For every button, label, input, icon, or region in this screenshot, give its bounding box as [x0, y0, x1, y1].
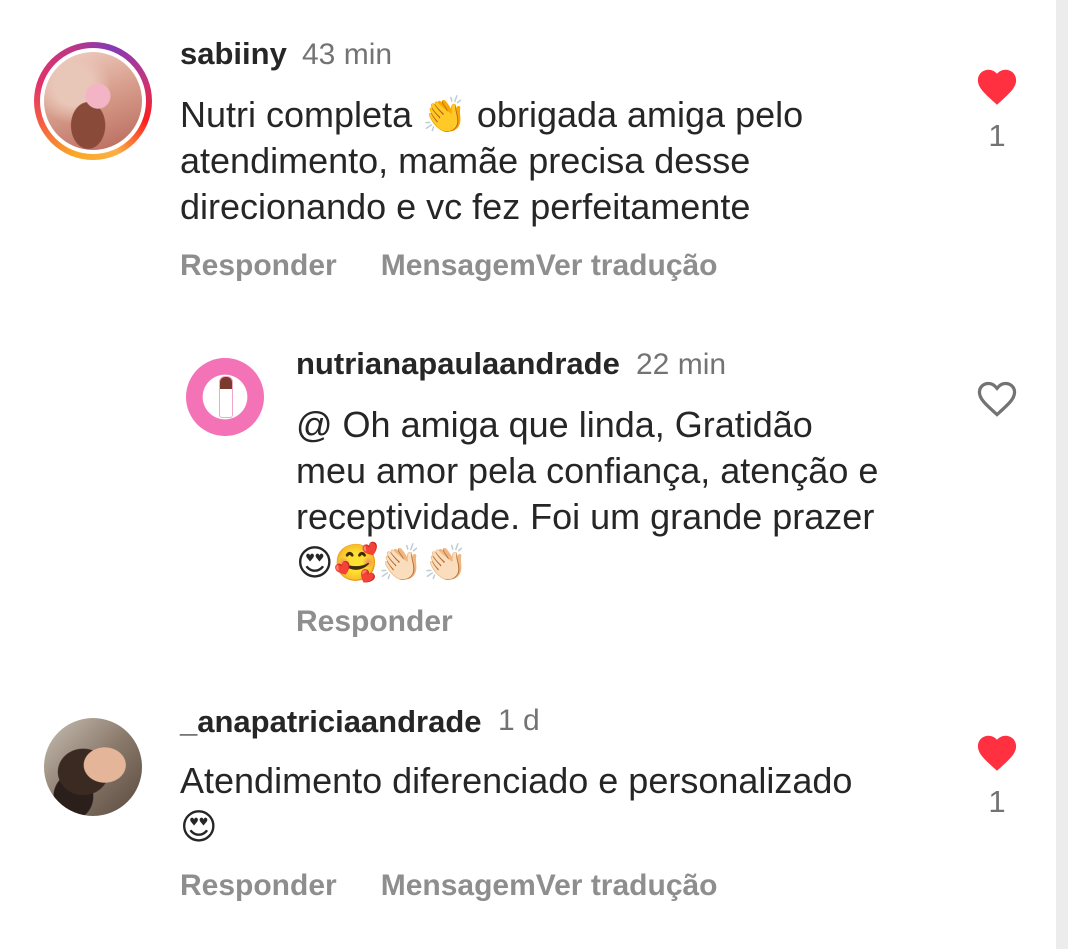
scroll-edge [1056, 0, 1068, 949]
comment-item: sabiiny 43 min Nutri completa 👏 obrigada… [0, 0, 1068, 300]
message-button[interactable]: Mensagem [381, 249, 536, 282]
avatar[interactable] [186, 358, 264, 436]
comment-text: Atendimento diferenciado e personalizado… [180, 760, 853, 847]
like-count: 1 [988, 118, 1006, 153]
reply-button[interactable]: Responder [180, 249, 337, 282]
message-button[interactable]: Mensagem [381, 869, 536, 902]
like-count: 1 [988, 784, 1006, 819]
heart-filled-icon [977, 735, 1017, 771]
comment-username[interactable]: _anapatriciaandrade [180, 704, 482, 740]
heart-outline-icon [977, 381, 1017, 417]
like-button[interactable]: 1 [973, 64, 1021, 154]
story-ring[interactable] [34, 42, 152, 160]
comment-username[interactable]: nutrianapaulaandrade [296, 346, 620, 382]
comment-actions: Responder [296, 605, 453, 639]
comment-username[interactable]: sabiiny [180, 36, 287, 72]
comment-actions: Responder MensagemVer tradução [180, 869, 718, 903]
comment-text: Nutri completa 👏 obrigada amiga pelo ate… [180, 94, 804, 227]
avatar[interactable] [44, 52, 142, 150]
heart-filled-icon [977, 69, 1017, 105]
like-button[interactable]: 1 [973, 730, 1021, 820]
see-translation-button[interactable]: Ver tradução [536, 869, 718, 902]
comment-item: _anapatriciaandrade 1 d Atendimento dife… [0, 670, 1068, 949]
comment-timestamp: 1 d [498, 704, 540, 737]
reply-comment-item: nutrianapaulaandrade 22 min @ Oh amiga q… [0, 300, 1068, 670]
reply-button[interactable]: Responder [180, 869, 337, 902]
avatar[interactable] [44, 718, 142, 816]
comment-timestamp: 22 min [636, 348, 727, 381]
see-translation-button[interactable]: Ver tradução [536, 249, 718, 282]
comment-actions: Responder MensagemVer tradução [180, 249, 718, 283]
comments-page: sabiiny 43 min Nutri completa 👏 obrigada… [0, 0, 1068, 949]
comment-timestamp: 43 min [302, 38, 393, 71]
reply-button[interactable]: Responder [296, 605, 453, 638]
comment-text: @ Oh amiga que linda, Gratidão meu amor … [296, 404, 879, 583]
like-button[interactable] [973, 376, 1021, 418]
